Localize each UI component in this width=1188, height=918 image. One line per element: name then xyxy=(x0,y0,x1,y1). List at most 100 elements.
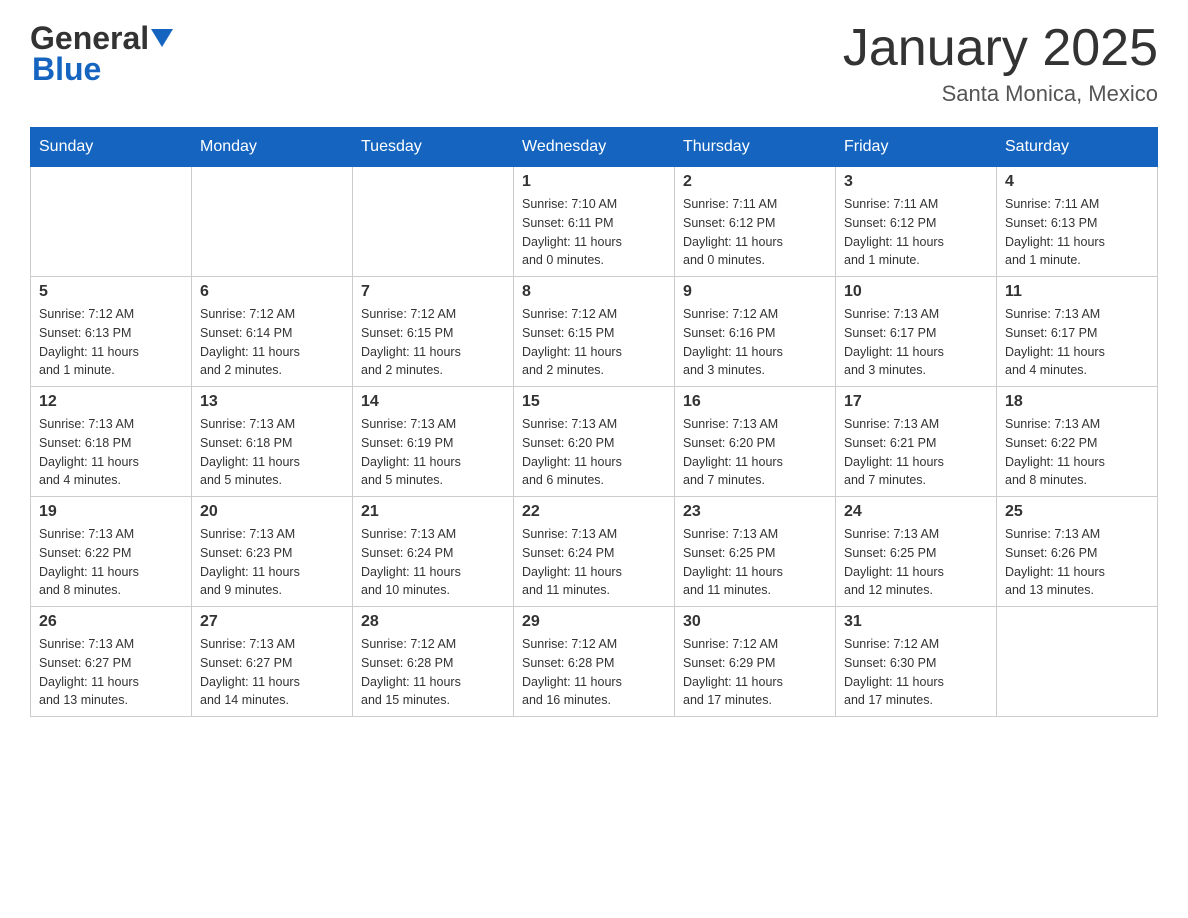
calendar-weekday-saturday: Saturday xyxy=(997,128,1158,167)
day-number: 8 xyxy=(522,283,666,301)
title-block: January 2025 Santa Monica, Mexico xyxy=(843,20,1158,107)
day-info: Sunrise: 7:11 AM Sunset: 6:12 PM Dayligh… xyxy=(683,195,827,270)
calendar-cell: 31 Sunrise: 7:12 AM Sunset: 6:30 PM Dayli… xyxy=(836,607,997,717)
calendar-weekday-monday: Monday xyxy=(192,128,353,167)
day-number: 15 xyxy=(522,393,666,411)
calendar-cell xyxy=(997,607,1158,717)
calendar-cell: 28Sunrise: 7:12 AM Sunset: 6:28 PM Dayli… xyxy=(353,607,514,717)
day-info: Sunrise: 7:13 AM Sunset: 6:25 PM Dayligh… xyxy=(683,525,827,600)
calendar-cell: 25Sunrise: 7:13 AM Sunset: 6:26 PM Dayli… xyxy=(997,497,1158,607)
calendar-weekday-sunday: Sunday xyxy=(31,128,192,167)
calendar-cell: 6 Sunrise: 7:12 AM Sunset: 6:14 PM Daylig… xyxy=(192,277,353,387)
day-number: 12 xyxy=(39,393,183,411)
calendar-header-row: SundayMondayTuesdayWednesdayThursdayFrid… xyxy=(31,128,1158,167)
day-number: 3 xyxy=(844,173,988,191)
calendar-cell: 7 Sunrise: 7:12 AM Sunset: 6:15 PM Daylig… xyxy=(353,277,514,387)
day-info: Sunrise: 7:12 AM Sunset: 6:29 PM Dayligh… xyxy=(683,635,827,710)
day-info: Sunrise: 7:13 AM Sunset: 6:24 PM Dayligh… xyxy=(361,525,505,600)
calendar-week-row-3: 12 Sunrise: 7:13 AM Sunset: 6:18 PM Dayli… xyxy=(31,387,1158,497)
day-number: 10 xyxy=(844,283,988,301)
day-number: 26 xyxy=(39,613,183,631)
day-info: Sunrise: 7:13 AM Sunset: 6:17 PM Dayligh… xyxy=(844,305,988,380)
day-info: Sunrise: 7:13 AM Sunset: 6:18 PM Dayligh… xyxy=(200,415,344,490)
calendar-cell: 20 Sunrise: 7:13 AM Sunset: 6:23 PM Dayli… xyxy=(192,497,353,607)
calendar-cell: 27Sunrise: 7:13 AM Sunset: 6:27 PM Dayli… xyxy=(192,607,353,717)
day-info: Sunrise: 7:12 AM Sunset: 6:15 PM Dayligh… xyxy=(522,305,666,380)
day-number: 24 xyxy=(844,503,988,521)
calendar-cell: 15Sunrise: 7:13 AM Sunset: 6:20 PM Dayli… xyxy=(514,387,675,497)
day-info: Sunrise: 7:12 AM Sunset: 6:14 PM Dayligh… xyxy=(200,305,344,380)
day-info: Sunrise: 7:13 AM Sunset: 6:27 PM Dayligh… xyxy=(39,635,183,710)
day-info: Sunrise: 7:10 AM Sunset: 6:11 PM Dayligh… xyxy=(522,195,666,270)
calendar-cell xyxy=(192,167,353,277)
calendar-cell: 16 Sunrise: 7:13 AM Sunset: 6:20 PM Dayli… xyxy=(675,387,836,497)
logo-triangle-icon xyxy=(151,29,173,47)
calendar-cell: 3 Sunrise: 7:11 AM Sunset: 6:12 PM Daylig… xyxy=(836,167,997,277)
calendar-cell: 18Sunrise: 7:13 AM Sunset: 6:22 PM Dayli… xyxy=(997,387,1158,497)
day-info: Sunrise: 7:13 AM Sunset: 6:22 PM Dayligh… xyxy=(39,525,183,600)
calendar-cell: 10 Sunrise: 7:13 AM Sunset: 6:17 PM Dayli… xyxy=(836,277,997,387)
calendar-cell: 14 Sunrise: 7:13 AM Sunset: 6:19 PM Dayli… xyxy=(353,387,514,497)
day-number: 13 xyxy=(200,393,344,411)
calendar-cell: 21 Sunrise: 7:13 AM Sunset: 6:24 PM Dayli… xyxy=(353,497,514,607)
calendar-cell: 1 Sunrise: 7:10 AM Sunset: 6:11 PM Daylig… xyxy=(514,167,675,277)
calendar-table: SundayMondayTuesdayWednesdayThursdayFrid… xyxy=(30,127,1158,717)
calendar-weekday-tuesday: Tuesday xyxy=(353,128,514,167)
calendar-cell xyxy=(31,167,192,277)
calendar-week-row-5: 26 Sunrise: 7:13 AM Sunset: 6:27 PM Dayli… xyxy=(31,607,1158,717)
day-number: 31 xyxy=(844,613,988,631)
logo: General Blue xyxy=(30,20,173,88)
calendar-cell: 2Sunrise: 7:11 AM Sunset: 6:12 PM Daylig… xyxy=(675,167,836,277)
calendar-weekday-thursday: Thursday xyxy=(675,128,836,167)
calendar-week-row-2: 5 Sunrise: 7:12 AM Sunset: 6:13 PM Daylig… xyxy=(31,277,1158,387)
day-info: Sunrise: 7:13 AM Sunset: 6:24 PM Dayligh… xyxy=(522,525,666,600)
calendar-cell: 24 Sunrise: 7:13 AM Sunset: 6:25 PM Dayli… xyxy=(836,497,997,607)
calendar-cell: 9Sunrise: 7:12 AM Sunset: 6:16 PM Daylig… xyxy=(675,277,836,387)
day-number: 30 xyxy=(683,613,827,631)
day-number: 22 xyxy=(522,503,666,521)
calendar-cell: 13 Sunrise: 7:13 AM Sunset: 6:18 PM Dayli… xyxy=(192,387,353,497)
calendar-cell: 5 Sunrise: 7:12 AM Sunset: 6:13 PM Daylig… xyxy=(31,277,192,387)
day-info: Sunrise: 7:12 AM Sunset: 6:13 PM Dayligh… xyxy=(39,305,183,380)
day-info: Sunrise: 7:11 AM Sunset: 6:12 PM Dayligh… xyxy=(844,195,988,270)
day-number: 11 xyxy=(1005,283,1149,301)
calendar-weekday-friday: Friday xyxy=(836,128,997,167)
day-number: 17 xyxy=(844,393,988,411)
calendar-cell: 23 Sunrise: 7:13 AM Sunset: 6:25 PM Dayli… xyxy=(675,497,836,607)
day-number: 27 xyxy=(200,613,344,631)
calendar-cell: 4Sunrise: 7:11 AM Sunset: 6:13 PM Daylig… xyxy=(997,167,1158,277)
day-number: 16 xyxy=(683,393,827,411)
day-info: Sunrise: 7:13 AM Sunset: 6:20 PM Dayligh… xyxy=(683,415,827,490)
day-number: 23 xyxy=(683,503,827,521)
calendar-cell: 19Sunrise: 7:13 AM Sunset: 6:22 PM Dayli… xyxy=(31,497,192,607)
calendar-cell: 11Sunrise: 7:13 AM Sunset: 6:17 PM Dayli… xyxy=(997,277,1158,387)
calendar-cell: 26 Sunrise: 7:13 AM Sunset: 6:27 PM Dayli… xyxy=(31,607,192,717)
day-number: 21 xyxy=(361,503,505,521)
day-number: 1 xyxy=(522,173,666,191)
calendar-cell: 29Sunrise: 7:12 AM Sunset: 6:28 PM Dayli… xyxy=(514,607,675,717)
calendar-cell: 17 Sunrise: 7:13 AM Sunset: 6:21 PM Dayli… xyxy=(836,387,997,497)
day-info: Sunrise: 7:13 AM Sunset: 6:19 PM Dayligh… xyxy=(361,415,505,490)
day-number: 7 xyxy=(361,283,505,301)
day-info: Sunrise: 7:13 AM Sunset: 6:25 PM Dayligh… xyxy=(844,525,988,600)
calendar-cell: 22 Sunrise: 7:13 AM Sunset: 6:24 PM Dayli… xyxy=(514,497,675,607)
day-number: 9 xyxy=(683,283,827,301)
day-number: 20 xyxy=(200,503,344,521)
calendar-cell: 12 Sunrise: 7:13 AM Sunset: 6:18 PM Dayli… xyxy=(31,387,192,497)
day-info: Sunrise: 7:13 AM Sunset: 6:18 PM Dayligh… xyxy=(39,415,183,490)
day-info: Sunrise: 7:13 AM Sunset: 6:23 PM Dayligh… xyxy=(200,525,344,600)
calendar-cell: 30 Sunrise: 7:12 AM Sunset: 6:29 PM Dayli… xyxy=(675,607,836,717)
day-info: Sunrise: 7:13 AM Sunset: 6:22 PM Dayligh… xyxy=(1005,415,1149,490)
day-info: Sunrise: 7:12 AM Sunset: 6:30 PM Dayligh… xyxy=(844,635,988,710)
day-number: 4 xyxy=(1005,173,1149,191)
day-info: Sunrise: 7:13 AM Sunset: 6:26 PM Dayligh… xyxy=(1005,525,1149,600)
day-info: Sunrise: 7:13 AM Sunset: 6:21 PM Dayligh… xyxy=(844,415,988,490)
calendar-week-row-4: 19Sunrise: 7:13 AM Sunset: 6:22 PM Dayli… xyxy=(31,497,1158,607)
day-number: 14 xyxy=(361,393,505,411)
month-title: January 2025 xyxy=(843,20,1158,77)
page-header: General Blue January 2025 Santa Monica, … xyxy=(30,20,1158,107)
calendar-weekday-wednesday: Wednesday xyxy=(514,128,675,167)
day-number: 6 xyxy=(200,283,344,301)
day-number: 5 xyxy=(39,283,183,301)
day-info: Sunrise: 7:12 AM Sunset: 6:15 PM Dayligh… xyxy=(361,305,505,380)
